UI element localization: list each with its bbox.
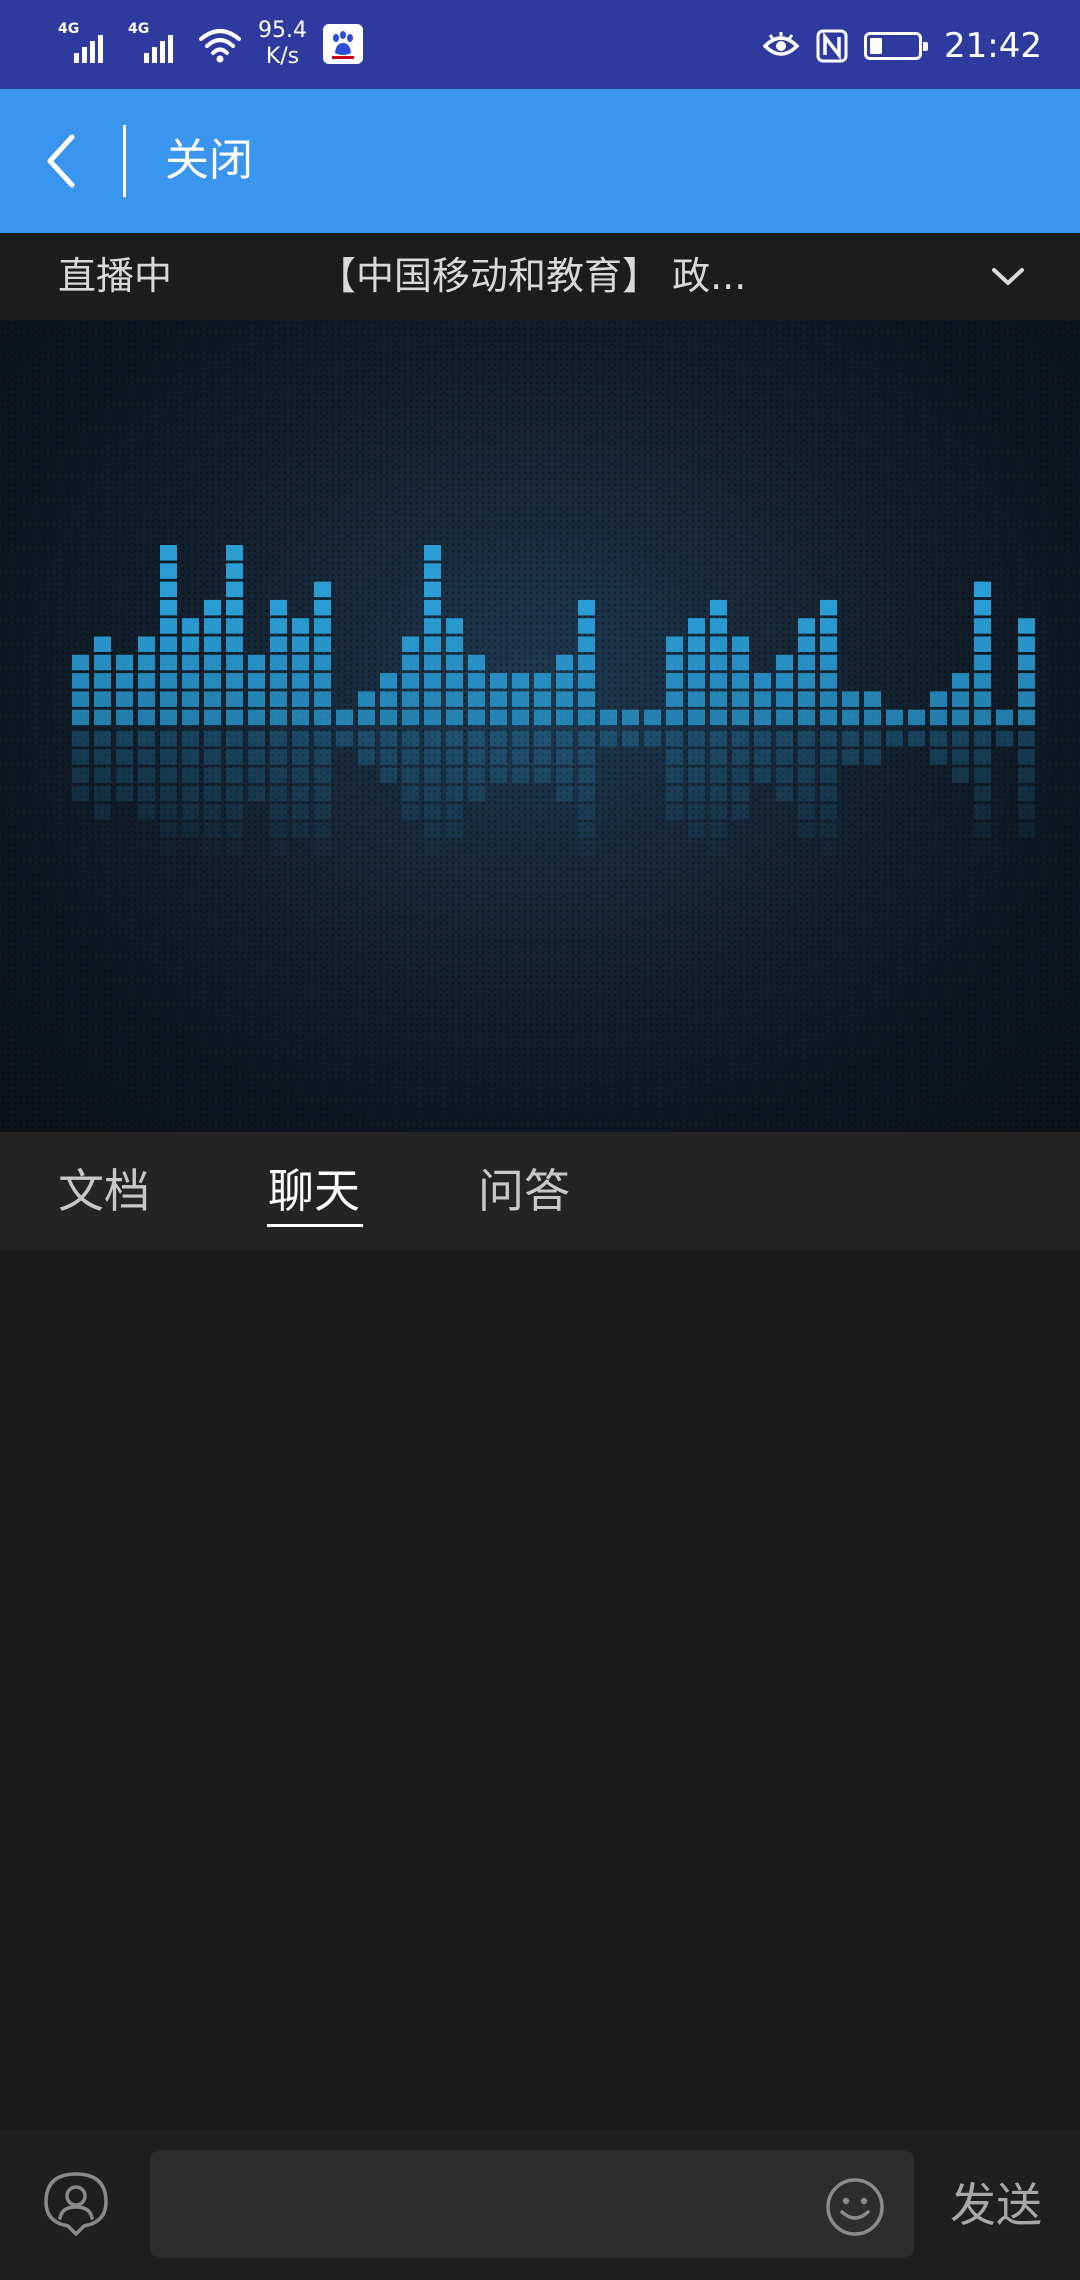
clock: 21:42: [944, 26, 1042, 66]
equalizer-bar: [314, 581, 331, 857]
equalizer-bar: [512, 673, 529, 783]
equalizer-bar: [358, 691, 375, 765]
tab-qa[interactable]: 问答: [478, 1162, 570, 1220]
equalizer-bar: [798, 618, 815, 838]
active-tab-indicator: [267, 1224, 363, 1227]
equalizer-bar: [424, 545, 441, 857]
equalizer-bar: [908, 709, 925, 747]
header-divider: [123, 125, 126, 197]
equalizer-bar: [864, 691, 881, 765]
baidu-app-icon: [322, 24, 363, 64]
equalizer-bar: [996, 709, 1013, 747]
audio-equalizer-graphic: [72, 545, 1035, 857]
equalizer-bar: [710, 599, 727, 857]
equalizer-bar: [886, 709, 903, 747]
back-button[interactable]: [30, 119, 94, 203]
equalizer-bar: [556, 654, 573, 802]
smiley-icon: [826, 2178, 884, 2236]
equalizer-bar: [534, 673, 551, 783]
chat-message-input[interactable]: [150, 2150, 914, 2258]
equalizer-bar: [182, 618, 199, 838]
network-speed-unit: K/s: [265, 44, 300, 69]
equalizer-bar: [732, 636, 749, 820]
equalizer-bar: [270, 599, 287, 857]
equalizer-bar: [468, 654, 485, 802]
equalizer-bar: [622, 709, 639, 747]
emoji-button[interactable]: [824, 2176, 886, 2238]
user-profile-button[interactable]: [40, 2168, 112, 2240]
equalizer-bar: [94, 636, 111, 820]
equalizer-bar: [1018, 618, 1035, 838]
equalizer-bar: [974, 581, 991, 857]
equalizer-bar: [666, 636, 683, 820]
equalizer-bar: [248, 654, 265, 802]
wifi-icon: [199, 29, 241, 63]
equalizer-bar: [930, 691, 947, 765]
status-bar-left: 4G 4G 95.4 K/s: [58, 14, 363, 74]
app-root: 4G 4G 95.4 K/s 21:42 关闭 直播中 【中国移动和教育】 政.…: [0, 0, 1080, 2280]
equalizer-bar: [204, 599, 221, 857]
user-icon: [44, 2172, 108, 2236]
chat-composer: 发送: [0, 2130, 1080, 2280]
content-tabs: 文档 聊天 问答: [0, 1132, 1080, 1250]
equalizer-bar: [776, 654, 793, 802]
cellular-signal-1-icon: 4G: [58, 21, 116, 67]
equalizer-bar: [380, 673, 397, 783]
equalizer-bar: [160, 545, 177, 857]
send-button[interactable]: 发送: [950, 2176, 1042, 2234]
chevron-left-icon: [47, 134, 75, 188]
live-status-label: 直播中: [58, 254, 173, 298]
battery-icon: [864, 32, 929, 60]
equalizer-bar: [336, 709, 353, 747]
status-bar-right: 21:42: [762, 18, 1042, 74]
network-speed: 95.4 K/s: [258, 18, 307, 70]
expand-title-button[interactable]: [984, 255, 1032, 299]
chat-message-list[interactable]: [0, 1250, 1080, 2130]
app-header: 关闭: [0, 89, 1080, 233]
network-speed-value: 95.4: [258, 18, 307, 43]
equalizer-bar: [644, 709, 661, 747]
equalizer-bar: [688, 618, 705, 838]
equalizer-bar: [72, 654, 89, 802]
live-title: 【中国移动和教育】 政...: [318, 254, 747, 298]
equalizer-bar: [600, 709, 617, 747]
equalizer-bar: [490, 673, 507, 783]
eye-comfort-icon: [762, 32, 800, 56]
equalizer-bar: [446, 618, 463, 838]
equalizer-bar: [292, 618, 309, 838]
equalizer-bar: [578, 599, 595, 857]
cellular-signal-2-icon: 4G: [128, 21, 186, 67]
nfc-icon: [816, 29, 848, 63]
tab-documents[interactable]: 文档: [58, 1162, 150, 1220]
live-player[interactable]: [0, 320, 1080, 1132]
paw-icon: [331, 31, 354, 59]
equalizer-bar: [116, 654, 133, 802]
equalizer-bar: [226, 545, 243, 857]
equalizer-bar: [842, 691, 859, 765]
status-bar: 4G 4G 95.4 K/s 21:42: [0, 0, 1080, 89]
equalizer-bar: [820, 599, 837, 857]
equalizer-bar: [754, 673, 771, 783]
equalizer-bar: [952, 673, 969, 783]
equalizer-bar: [138, 636, 155, 820]
live-info-bar: 直播中 【中国移动和教育】 政...: [0, 233, 1080, 320]
equalizer-bar: [402, 636, 419, 820]
chevron-down-icon: [992, 268, 1024, 285]
close-button[interactable]: 关闭: [165, 133, 253, 189]
tab-chat[interactable]: 聊天: [268, 1162, 360, 1220]
